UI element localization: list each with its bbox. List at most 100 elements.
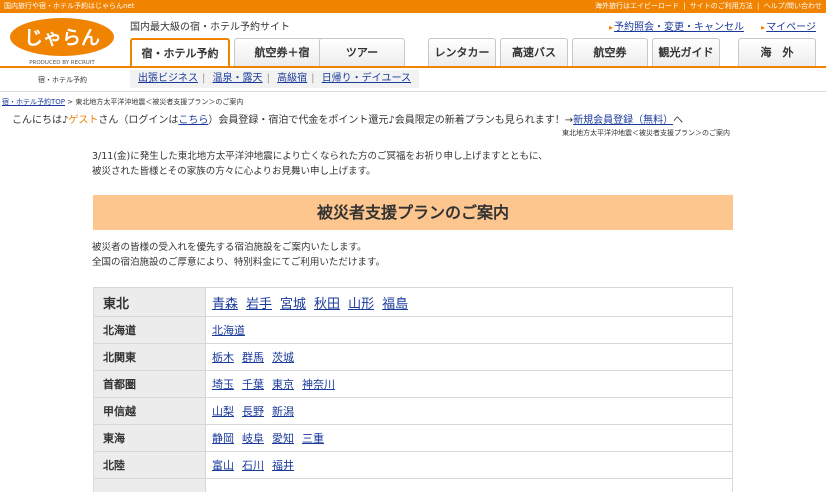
login-link[interactable]: こちら (178, 115, 208, 126)
region-name: 首都圏 (93, 370, 206, 398)
subnav-link-luxury[interactable]: 高級宿 (277, 73, 307, 84)
region-row: 甲信越 山梨 長野 新潟 (93, 397, 733, 425)
tab-highway-bus[interactable]: 高速バス (500, 38, 568, 67)
sub-navigation: 宿・ホテル予約 出張ビジネス | 温泉・露天 | 高級宿 | 日帰り・デイユース (0, 68, 826, 92)
prefecture-link[interactable]: 静岡 (212, 432, 234, 445)
page-title-banner: 被災者支援プランのご案内 (93, 195, 733, 230)
prefecture-link[interactable]: 秋田 (314, 297, 340, 312)
prefecture-link[interactable]: 長野 (242, 405, 264, 418)
tab-air-hotel[interactable]: 航空券＋宿 (234, 38, 330, 67)
prefecture-link[interactable]: 富山 (212, 459, 234, 472)
jalan-logo[interactable]: じゃらん PRODUCED BY RECRUIT (8, 17, 116, 67)
prefecture-link[interactable]: 愛知 (272, 432, 294, 445)
topbar-links: 海外旅行はエイビーロード | サイトのご利用方法 | ヘルプ/問い合わせ (593, 0, 822, 13)
intro-line: 被災者の皆様の受入れを優先する宿泊施設をご案内いたします。 (92, 242, 367, 253)
welcome-login-pre: （ログインは (118, 115, 179, 126)
arrow-right-icon: ▸ (608, 23, 613, 32)
prefecture-link[interactable]: 北海道 (212, 324, 245, 337)
region-name (93, 478, 206, 492)
region-name: 東北 (93, 287, 206, 317)
arrow-right-icon: ▸ (761, 23, 766, 32)
prefecture-links: 北海道 (205, 316, 733, 344)
prefecture-link[interactable]: 新潟 (272, 405, 294, 418)
logo-text: じゃらん (24, 27, 100, 49)
subnav-link-business[interactable]: 出張ビジネス (138, 73, 198, 84)
subnav-sep: | (266, 73, 270, 84)
top-utility-bar: 国内旅行や宿・ホテル予約はじゃらんnet 海外旅行はエイビーロード | サイトの… (0, 0, 826, 13)
prefecture-links: 栃木 群馬 茨城 (205, 343, 733, 371)
prefecture-link[interactable]: 岐阜 (242, 432, 264, 445)
prefecture-link[interactable]: 神奈川 (302, 378, 335, 391)
region-name: 甲信越 (93, 397, 206, 425)
reservation-manage-link[interactable]: ▸予約照会・変更・キャンセル (609, 22, 744, 33)
breadcrumb: 宿・ホテル予約TOP > 東北地方太平洋沖地震＜被災者支援プラン＞のご案内 (2, 97, 243, 107)
region-name: 東海 (93, 424, 206, 452)
guest-name: ゲスト (68, 115, 99, 126)
topbar-link-help[interactable]: ヘルプ/問い合わせ (764, 2, 822, 10)
prefecture-link[interactable]: 群馬 (242, 351, 264, 364)
prefecture-link[interactable]: 東京 (272, 378, 294, 391)
region-table: 東北 青森 岩手 宮城 秋田 山形 福島 北海道 北海道 北関東 栃木 群馬 茨城 首都圏 埼玉 千葉 東京 神奈… (93, 287, 733, 492)
welcome-tail: へ (673, 115, 684, 126)
site-description: 国内最大級の宿・ホテル予約サイト (130, 22, 290, 33)
tab-hotel[interactable]: 宿・ホテル予約 (130, 38, 230, 68)
prefecture-link[interactable]: 山梨 (212, 405, 234, 418)
subnav-link-onsen[interactable]: 温泉・露天 (213, 73, 263, 84)
welcome-honorific: さん (98, 115, 119, 126)
register-link[interactable]: 新規会員登録（無料） (573, 115, 673, 126)
tab-sightseeing[interactable]: 観光ガイド (652, 38, 720, 67)
welcome-promo-text: ）会員登録・宿泊で代金をポイント還元♪会員限定の新着プランも見られます！→ (208, 115, 574, 126)
prefecture-link[interactable]: 福島 (382, 297, 408, 312)
prefecture-link[interactable]: 岩手 (246, 297, 272, 312)
topbar-sep: | (683, 2, 686, 10)
prefecture-links: 静岡 岐阜 愛知 三重 (205, 424, 733, 452)
prefecture-link[interactable]: 茨城 (272, 351, 294, 364)
mypage-link[interactable]: ▸マイページ (761, 22, 816, 33)
topbar-link-howto[interactable]: サイトのご利用方法 (690, 2, 753, 10)
prefecture-link[interactable]: 青森 (212, 297, 238, 312)
condolence-line: 3/11(金)に発生した東北地方太平洋沖地震により亡くなられた方のご冥福をお祈り… (92, 151, 548, 162)
tab-air-ticket[interactable]: 航空券 (572, 38, 648, 67)
region-name: 北海道 (93, 316, 206, 344)
subnav-sep: | (202, 73, 206, 84)
subnav-sep: | (311, 73, 315, 84)
subnav-link-dayuse[interactable]: 日帰り・デイユース (322, 73, 411, 84)
tab-rentacar[interactable]: レンタカー (428, 38, 496, 67)
prefecture-link[interactable]: 宮城 (280, 297, 306, 312)
condolence-line: 被災された皆様とその家族の方々に心よりお見舞い申し上げます。 (92, 166, 376, 177)
account-links: ▸予約照会・変更・キャンセル ▸マイページ (595, 18, 816, 33)
topbar-link-abroad[interactable]: 海外旅行はエイビーロード (595, 2, 679, 10)
prefecture-links: 富山 石川 福井 (205, 451, 733, 479)
prefecture-link[interactable]: 福井 (272, 459, 294, 472)
intro-line: 全国の宿泊施設のご厚意により、特別料金にてご利用いただけます。 (92, 257, 385, 268)
subnav-label: 宿・ホテル予約 (38, 76, 87, 84)
region-row: 北関東 栃木 群馬 茨城 (93, 343, 733, 371)
tab-overseas[interactable]: 海 外 (738, 38, 816, 67)
breadcrumb-current: 東北地方太平洋沖地震＜被災者支援プラン＞のご案内 (75, 98, 244, 106)
region-name: 北関東 (93, 343, 206, 371)
prefecture-link[interactable]: 三重 (302, 432, 324, 445)
intro-text: 被災者の皆様の受入れを優先する宿泊施設をご案内いたします。 全国の宿泊施設のご厚… (92, 240, 385, 270)
breadcrumb-home-link[interactable]: 宿・ホテル予約TOP (2, 98, 65, 106)
region-row (93, 478, 733, 492)
prefecture-links: 青森 岩手 宮城 秋田 山形 福島 (205, 287, 733, 317)
prefecture-links (205, 478, 733, 492)
welcome-greeting: こんにちは♪ (12, 115, 69, 126)
prefecture-link[interactable]: 山形 (348, 297, 374, 312)
page-location-text: 東北地方太平洋沖地震＜被災者支援プラン＞のご案内 (562, 129, 730, 137)
region-row: 北海道 北海道 (93, 316, 733, 344)
prefecture-link[interactable]: 埼玉 (212, 378, 234, 391)
topbar-sep: | (757, 2, 760, 10)
region-name: 北陸 (93, 451, 206, 479)
prefecture-links: 山梨 長野 新潟 (205, 397, 733, 425)
region-row: 北陸 富山 石川 福井 (93, 451, 733, 479)
region-row: 東海 静岡 岐阜 愛知 三重 (93, 424, 733, 452)
region-row: 首都圏 埼玉 千葉 東京 神奈川 (93, 370, 733, 398)
prefecture-link[interactable]: 栃木 (212, 351, 234, 364)
condolence-message: 3/11(金)に発生した東北地方太平洋沖地震により亡くなられた方のご冥福をお祈り… (92, 149, 732, 179)
prefecture-link[interactable]: 千葉 (242, 378, 264, 391)
prefecture-link[interactable]: 石川 (242, 459, 264, 472)
subnav-links: 出張ビジネス | 温泉・露天 | 高級宿 | 日帰り・デイユース (130, 70, 419, 88)
tab-tour[interactable]: ツアー (319, 38, 405, 67)
welcome-message: こんにちは♪ゲストさん（ログインはこちら）会員登録・宿泊で代金をポイント還元♪会… (12, 111, 683, 126)
